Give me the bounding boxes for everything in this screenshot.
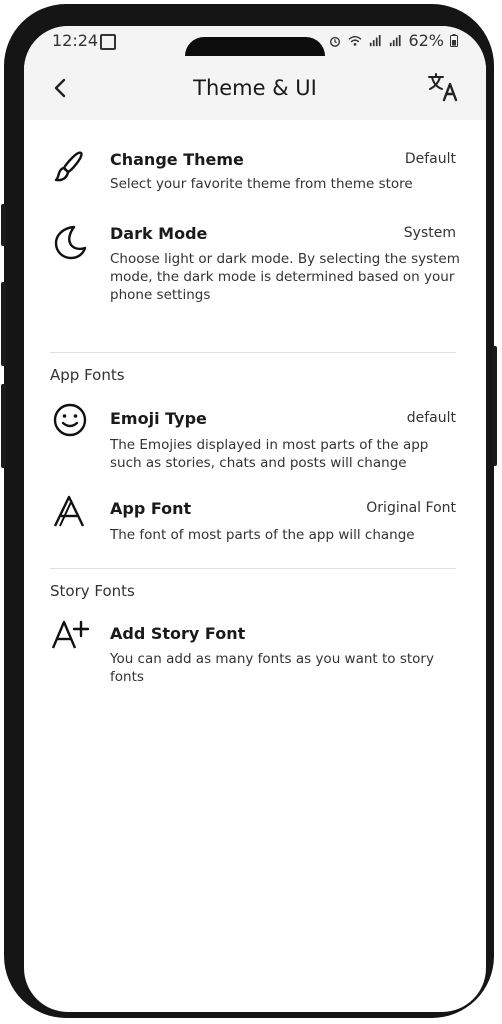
gallery-icon bbox=[100, 34, 116, 50]
side-button bbox=[1, 204, 6, 246]
font-a-icon bbox=[53, 495, 85, 527]
section-story-fonts: Story Fonts bbox=[50, 582, 135, 600]
app-font-value: Original Font bbox=[366, 500, 456, 516]
section-app-fonts: App Fonts bbox=[50, 366, 125, 384]
page-title: Theme & UI bbox=[193, 76, 317, 100]
divider bbox=[50, 568, 456, 569]
wifi-icon bbox=[348, 35, 362, 46]
volume-down-button bbox=[1, 384, 6, 468]
change-theme-desc: Select your favorite theme from theme st… bbox=[110, 176, 413, 192]
screen: 12:24 62% Theme & UI Change Theme Defaul… bbox=[24, 26, 486, 1012]
add-story-font-item[interactable]: Add Story Font You can add as many fonts… bbox=[24, 616, 486, 686]
emoji-type-label: Emoji Type bbox=[110, 409, 207, 428]
add-story-font-label: Add Story Font bbox=[110, 624, 246, 643]
dark-mode-item[interactable]: Dark Mode System Choose light or dark mo… bbox=[24, 216, 486, 316]
dark-mode-label: Dark Mode bbox=[110, 224, 208, 243]
power-button bbox=[492, 346, 497, 466]
app-font-label: App Font bbox=[110, 499, 192, 518]
smiley-icon bbox=[53, 403, 87, 437]
battery-icon bbox=[450, 34, 458, 47]
app-font-item[interactable]: App Font Original Font The font of most … bbox=[24, 490, 486, 550]
change-theme-item[interactable]: Change Theme Default Select your favorit… bbox=[24, 142, 486, 202]
change-theme-label: Change Theme bbox=[110, 150, 244, 169]
emoji-type-value: default bbox=[406, 410, 456, 426]
emoji-type-desc: The Emojies displayed in most parts of t… bbox=[110, 437, 429, 471]
signal-icon bbox=[370, 34, 382, 46]
alarm-icon bbox=[330, 36, 341, 47]
status-time: 12:24 bbox=[52, 31, 99, 50]
brush-icon bbox=[54, 151, 83, 182]
emoji-type-item[interactable]: Emoji Type default The Emojies displayed… bbox=[24, 400, 486, 471]
change-theme-value: Default bbox=[404, 151, 456, 167]
divider bbox=[50, 352, 456, 353]
add-story-font-desc: You can add as many fonts as you want to… bbox=[110, 651, 434, 685]
add-font-icon bbox=[51, 620, 90, 649]
volume-up-button bbox=[1, 282, 6, 366]
app-font-desc: The font of most parts of the app will c… bbox=[110, 527, 415, 543]
status-right: 62% bbox=[328, 31, 458, 50]
battery-text: 62% bbox=[408, 31, 444, 50]
signal-icon-2 bbox=[390, 34, 402, 46]
translate-icon[interactable] bbox=[426, 70, 460, 104]
moon-icon bbox=[54, 225, 87, 260]
phone-frame: 12:24 62% Theme & UI Change Theme Defaul… bbox=[1, 4, 497, 1018]
app-header: Theme & UI bbox=[24, 56, 486, 120]
dark-mode-desc: Choose light or dark mode. By selecting … bbox=[110, 251, 460, 303]
dark-mode-value: System bbox=[403, 225, 456, 241]
